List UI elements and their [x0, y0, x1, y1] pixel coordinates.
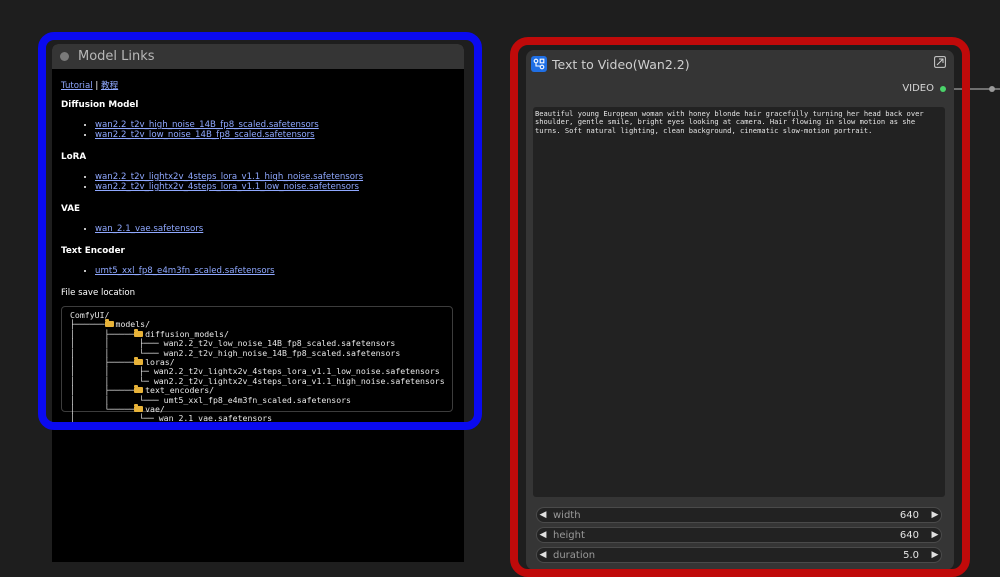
highlight-frame-red — [510, 37, 970, 577]
highlight-frame-blue — [38, 32, 482, 430]
